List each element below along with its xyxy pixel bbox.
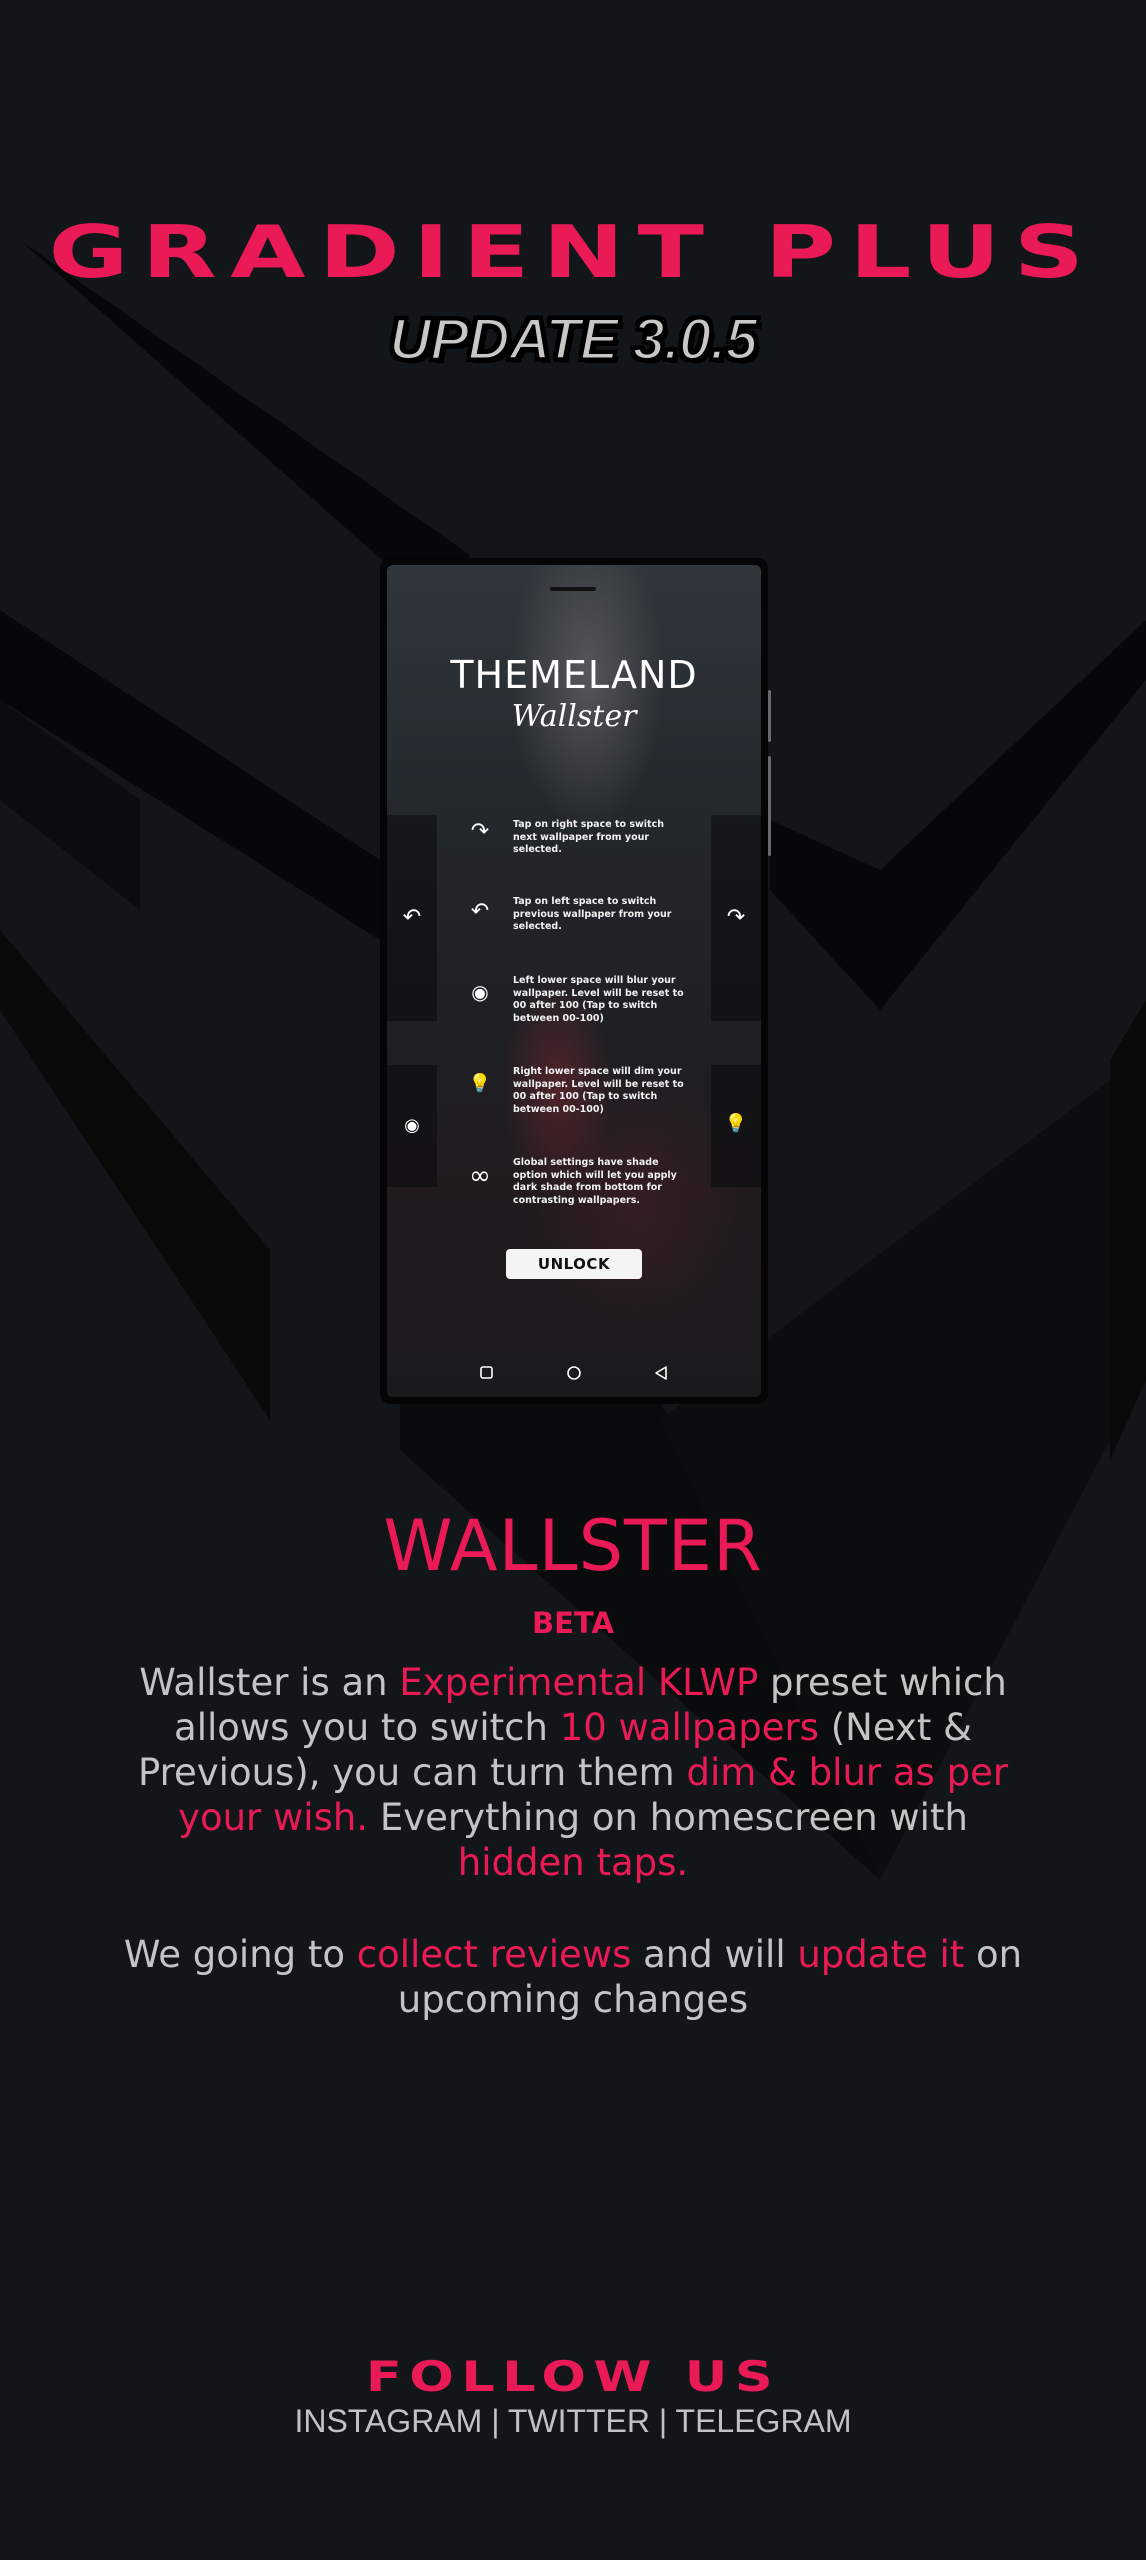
wallster-script-title: Wallster	[511, 699, 637, 734]
phone-power-button	[768, 756, 771, 856]
phone-screen: THEMELAND Wallster ↶ ↷ ◉ 💡 ↷ Tap on righ…	[387, 565, 761, 1397]
left-tap-zone[interactable]: ↶	[387, 815, 437, 1021]
product-description: Wallster is an Experimental KLWP preset …	[110, 1660, 1036, 1885]
description-highlight: Experimental KLWP	[399, 1661, 759, 1704]
description-highlight: 10 wallpapers	[559, 1706, 819, 1749]
social-links[interactable]: INSTAGRAM | TWITTER | TELEGRAM	[0, 2403, 1146, 2440]
page-title: GRADIENT PLUS	[48, 210, 1098, 294]
note-text: and will	[631, 1933, 798, 1976]
square-nav-icon[interactable]	[477, 1363, 497, 1383]
description-text: Wallster is an	[139, 1661, 400, 1704]
right-tap-zone[interactable]: ↷	[711, 815, 761, 1021]
blur-tap-zone[interactable]: ◉	[387, 1065, 437, 1187]
update-note: We going to collect reviews and will upd…	[110, 1932, 1036, 2022]
unlock-button[interactable]: UNLOCK	[506, 1249, 642, 1279]
circle-nav-icon[interactable]	[564, 1363, 584, 1383]
infinity-icon: ∞	[469, 1161, 491, 1191]
undo-icon: ↶	[402, 905, 422, 930]
dim-tap-zone[interactable]: 💡	[711, 1065, 761, 1187]
instruction-text: Tap on right space to switch next wallpa…	[513, 819, 664, 855]
instruction-text: Tap on left space to switch previous wal…	[513, 896, 672, 932]
blur-icon: ◉	[471, 980, 489, 1004]
note-text: We going to	[123, 1933, 357, 1976]
description-text: Everything on homescreen with	[368, 1796, 968, 1839]
follow-us-heading: FOLLOW US	[365, 2352, 781, 2401]
notch-pill	[550, 587, 596, 591]
bulb-icon: 💡	[724, 1113, 748, 1134]
redo-icon: ↷	[726, 905, 746, 930]
phone-mockup: THEMELAND Wallster ↶ ↷ ◉ 💡 ↷ Tap on righ…	[380, 558, 771, 1404]
update-version: UPDATE 3.0.5	[388, 306, 759, 374]
description-highlight: hidden taps.	[457, 1841, 689, 1884]
instruction-text: Left lower space will blur your wallpape…	[513, 975, 684, 1024]
bulb-icon: 💡	[468, 1073, 492, 1094]
note-highlight: update it	[797, 1933, 965, 1976]
undo-icon: ↶	[470, 899, 490, 924]
blur-icon: ◉	[404, 1115, 420, 1136]
phone-volume-button	[768, 690, 771, 742]
themeland-logo: THEMELAND	[450, 653, 698, 697]
redo-icon: ↷	[470, 819, 490, 844]
beta-badge: BETA	[532, 1606, 614, 1640]
note-highlight: collect reviews	[356, 1933, 632, 1976]
instruction-text: Global settings have shade option which …	[513, 1157, 677, 1206]
instruction-text: Right lower space will dim your wallpape…	[513, 1066, 684, 1115]
back-triangle-icon[interactable]	[651, 1363, 671, 1383]
product-name: WALLSTER	[383, 1505, 763, 1587]
